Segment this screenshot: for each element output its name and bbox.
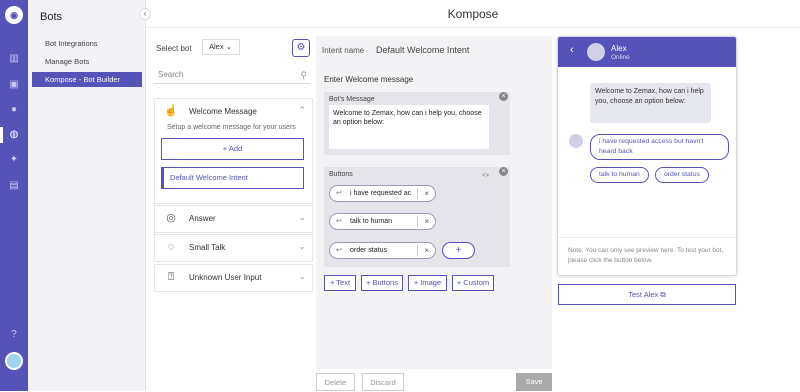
- question-icon: ⍰: [167, 271, 175, 283]
- bot-message-textarea[interactable]: Welcome to Zemax, how can i help you, ch…: [329, 105, 489, 149]
- bot-message-card: Bot's Message Welcome to Zemax, how can …: [324, 92, 510, 155]
- divider: [417, 216, 418, 227]
- back-arrow-icon[interactable]: ‹: [570, 44, 574, 56]
- external-link-icon: ⧉: [660, 290, 666, 299]
- bot-select[interactable]: Alex ⌄: [202, 39, 240, 55]
- add-intent-button[interactable]: + Add: [161, 138, 304, 160]
- bots-sidebar: Bots Bot Integrations Manage Bots Kompos…: [28, 0, 146, 391]
- test-bot-button[interactable]: Test Alex ⧉: [558, 284, 736, 305]
- button-label: i have requested ac: [350, 190, 412, 197]
- bot-name: Alex: [611, 44, 627, 53]
- integrations-icon[interactable]: ✦: [7, 153, 21, 167]
- intent-name-label: Intent name: [322, 46, 365, 55]
- section-answer[interactable]: ◎ Answer ⌄: [154, 205, 313, 233]
- chevron-down-icon: ⌄: [298, 271, 306, 281]
- app-rail: ◉ ▥ ▣ ● ◍ ✦ ▤ ?: [0, 0, 28, 391]
- user-avatar-icon[interactable]: [5, 352, 23, 370]
- remove-icon[interactable]: ×: [424, 243, 429, 258]
- enter-message-label: Enter Welcome message: [324, 75, 414, 84]
- button-label: order status: [350, 247, 387, 254]
- delete-button[interactable]: Delete: [316, 373, 355, 391]
- search-placeholder: Search: [158, 70, 184, 79]
- button-pill[interactable]: ↩ i have requested ac ×: [329, 185, 436, 202]
- add-button-pill[interactable]: +: [442, 242, 475, 259]
- divider: [417, 245, 418, 256]
- bots-icon[interactable]: ◍: [7, 128, 21, 142]
- add-buttons-button[interactable]: + Buttons: [361, 275, 403, 291]
- bot-settings-button[interactable]: ⚙: [292, 39, 310, 57]
- code-icon[interactable]: <>: [482, 173, 489, 179]
- card-label: Buttons: [329, 171, 353, 178]
- search-input[interactable]: Search ⚲: [154, 66, 310, 84]
- contacts-icon[interactable]: ▣: [7, 78, 21, 92]
- chat-preview: ‹ Alex Online Welcome to Zemax, how can …: [557, 36, 737, 276]
- sidebar-item-manage-bots[interactable]: Manage Bots: [32, 54, 142, 69]
- section-welcome-message: ☝ Welcome Message ⌃ Setup a welcome mess…: [154, 98, 313, 204]
- close-icon[interactable]: ×: [499, 167, 508, 176]
- bot-avatar: [569, 134, 583, 148]
- chat-logo-icon[interactable]: ◉: [5, 6, 23, 24]
- page-title: Kompose: [146, 0, 800, 28]
- reply-icon: ↩: [336, 218, 342, 225]
- intents-panel: Select bot Alex ⌄ ⚙ Search ⚲ ☝ Welcome M…: [146, 28, 315, 391]
- button-pill[interactable]: ↩ order status ×: [329, 242, 436, 259]
- section-small-talk[interactable]: ◌ Small Talk ⌄: [154, 234, 313, 262]
- section-unknown-input[interactable]: ⍰ Unknown User Input ⌄: [154, 264, 313, 292]
- intent-editor: Intent name Default Welcome Intent Enter…: [316, 36, 552, 369]
- chat-bubble-icon: ◌: [167, 241, 175, 253]
- search-icon: ⚲: [300, 70, 307, 80]
- sidebar-item-kompose[interactable]: Kompose - Bot Builder: [32, 72, 142, 87]
- gear-icon: ⚙: [296, 42, 306, 53]
- intent-name-input[interactable]: Default Welcome Intent: [376, 45, 469, 55]
- section-title: Answer: [189, 214, 216, 223]
- section-title[interactable]: Welcome Message: [189, 107, 257, 116]
- bot-message-bubble: Welcome to Zemax, how can i help you, ch…: [590, 83, 711, 123]
- divider: [417, 188, 418, 199]
- reply-icon: ↩: [336, 190, 342, 197]
- select-bot-label: Select bot: [156, 44, 192, 53]
- button-label: talk to human: [350, 218, 393, 225]
- close-icon[interactable]: ×: [499, 92, 508, 101]
- chevron-down-icon: ⌄: [225, 42, 232, 51]
- section-title: Unknown User Input: [189, 273, 262, 282]
- analytics-icon[interactable]: ▥: [7, 52, 21, 66]
- sidebar-item-bot-integrations[interactable]: Bot Integrations: [32, 36, 142, 51]
- sidebar-title: Bots: [40, 11, 63, 23]
- quick-reply[interactable]: i have requested access but havn't heard…: [590, 134, 729, 160]
- discard-button[interactable]: Discard: [362, 373, 404, 391]
- chevron-down-icon: ⌄: [298, 241, 306, 251]
- test-bot-label: Test Alex: [628, 290, 659, 299]
- reply-icon: ↩: [336, 247, 342, 254]
- preview-note: Note: You can only see preview here. To …: [558, 237, 736, 266]
- chevron-down-icon: ⌄: [298, 212, 306, 222]
- add-text-button[interactable]: + Text: [324, 275, 356, 291]
- bot-status: Online: [611, 54, 630, 61]
- save-button[interactable]: Save: [516, 373, 552, 391]
- add-image-button[interactable]: + Image: [408, 275, 447, 291]
- card-label: Bot's Message: [329, 96, 375, 103]
- help-icon[interactable]: ?: [7, 328, 21, 342]
- answer-icon: ◎: [166, 212, 176, 224]
- remove-icon[interactable]: ×: [424, 186, 429, 201]
- quick-reply[interactable]: talk to human: [590, 167, 649, 183]
- bot-avatar: [587, 43, 605, 61]
- quick-reply[interactable]: order status: [655, 167, 709, 183]
- chevron-up-icon[interactable]: ⌃: [298, 105, 306, 116]
- preview-header: ‹ Alex Online: [558, 37, 736, 67]
- remove-icon[interactable]: ×: [424, 214, 429, 229]
- wave-icon: ☝: [164, 105, 178, 117]
- active-indicator: [0, 127, 3, 143]
- bot-select-value: Alex: [209, 42, 224, 51]
- button-pill[interactable]: ↩ talk to human ×: [329, 213, 436, 230]
- users-icon[interactable]: ●: [7, 103, 21, 117]
- add-custom-button[interactable]: + Custom: [452, 275, 494, 291]
- docs-icon[interactable]: ▤: [7, 179, 21, 193]
- section-subtitle: Setup a welcome message for your users: [167, 124, 296, 131]
- section-title: Small Talk: [189, 243, 226, 252]
- intent-item-default-welcome[interactable]: Default Welcome Intent: [161, 167, 304, 189]
